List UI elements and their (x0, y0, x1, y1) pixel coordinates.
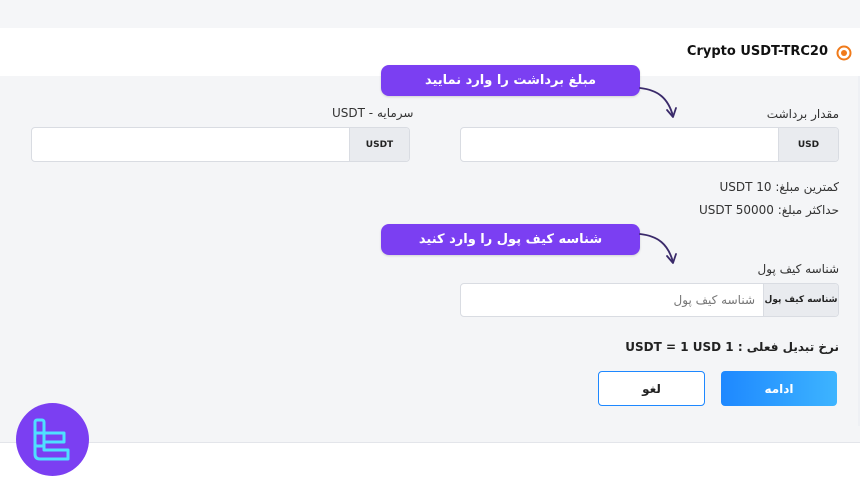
capital-field: USDT (31, 127, 410, 162)
withdraw-amount-label: مقدار برداشت (766, 107, 839, 121)
cancel-button[interactable]: لغو (598, 371, 705, 406)
amount-callout: مبلغ برداشت را وارد نمایید (381, 65, 640, 96)
page-title: Crypto USDT-TRC20 (686, 44, 828, 59)
amount-callout-arrow-icon (639, 87, 677, 118)
continue-button[interactable]: ادامه (721, 371, 837, 406)
wallet-id-input[interactable] (461, 284, 765, 316)
withdraw-amount-currency: USD (778, 128, 838, 161)
capital-label: USDT - سرمایه (332, 106, 414, 120)
wallet-id-addon: شناسه کیف پول (763, 284, 838, 316)
bottom-panel (0, 426, 860, 442)
wallet-callout-arrow-icon (639, 233, 677, 264)
brand-logo-icon (16, 403, 89, 476)
wallet-id-field: شناسه کیف پول (460, 283, 839, 317)
max-amount-text: حداکثر مبلغ: USDT 50000 (698, 203, 839, 217)
wallet-id-label: شناسه کیف پول (757, 262, 839, 276)
wallet-callout: شناسه کیف پول را وارد کنید (381, 224, 640, 255)
capital-currency: USDT (349, 128, 409, 161)
withdraw-amount-input[interactable] (461, 128, 779, 161)
footer (0, 443, 860, 484)
min-amount-text: کمترین مبلغ: USDT 10 (719, 180, 839, 194)
withdraw-amount-field: USD (460, 127, 839, 162)
usdt-logo-icon (836, 45, 852, 61)
exchange-rate-text: نرخ تبدیل فعلی : USDT = 1 USD 1 (625, 340, 839, 354)
top-strip (0, 0, 860, 28)
capital-input[interactable] (32, 128, 350, 161)
